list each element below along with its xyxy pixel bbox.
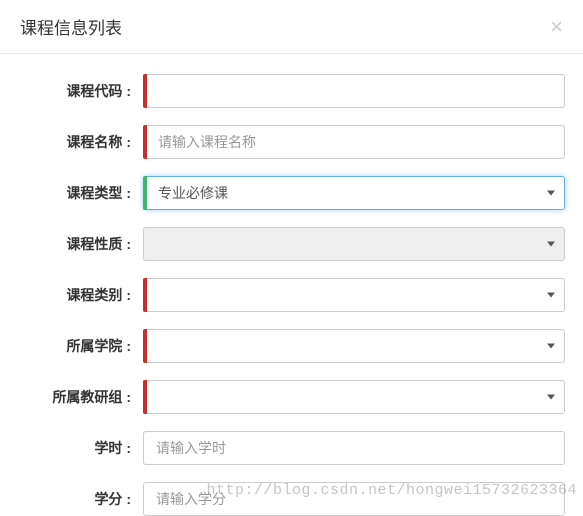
label-course-name: 课程名称 : [18,132,143,152]
wrap-course-type: 专业必修课 [143,176,565,210]
form-body: 课程代码 : 课程名称 : 课程类型 : 专业必修课 课程性质 : 课程类别 : [0,54,583,516]
label-course-category: 课程类别 : [18,285,143,305]
required-bar-icon [143,125,147,159]
course-name-input[interactable] [143,125,565,159]
watermark-text: http://blog.csdn.net/hongwei15732623364 [206,482,577,499]
wrap-group [143,380,565,414]
required-bar-icon [143,329,147,363]
modal-title: 课程信息列表 [20,14,122,39]
wrap-course-name [143,125,565,159]
wrap-college [143,329,565,363]
course-nature-select[interactable] [143,227,565,261]
row-group: 所属教研组 : [18,380,565,414]
row-course-name: 课程名称 : [18,125,565,159]
college-select[interactable] [143,329,565,363]
row-course-code: 课程代码 : [18,74,565,108]
label-group: 所属教研组 : [18,387,143,407]
wrap-course-category [143,278,565,312]
valid-bar-icon [143,176,147,210]
course-category-select[interactable] [143,278,565,312]
label-hours: 学时 : [18,438,143,458]
course-code-input[interactable] [143,74,565,108]
row-course-nature: 课程性质 : [18,227,565,261]
row-course-type: 课程类型 : 专业必修课 [18,176,565,210]
required-bar-icon [143,380,147,414]
row-hours: 学时 : [18,431,565,465]
wrap-hours [143,431,565,465]
wrap-course-nature [143,227,565,261]
modal-header: 课程信息列表 × [0,0,583,54]
label-course-nature: 课程性质 : [18,234,143,254]
label-course-code: 课程代码 : [18,81,143,101]
row-course-category: 课程类别 : [18,278,565,312]
required-bar-icon [143,278,147,312]
close-icon[interactable]: × [550,16,563,38]
required-bar-icon [143,74,147,108]
course-type-select[interactable]: 专业必修课 [143,176,565,210]
label-college: 所属学院 : [18,336,143,356]
row-college: 所属学院 : [18,329,565,363]
group-select[interactable] [143,380,565,414]
hours-input[interactable] [143,431,565,465]
label-course-type: 课程类型 : [18,183,143,203]
label-credits: 学分 : [18,489,143,509]
wrap-course-code [143,74,565,108]
